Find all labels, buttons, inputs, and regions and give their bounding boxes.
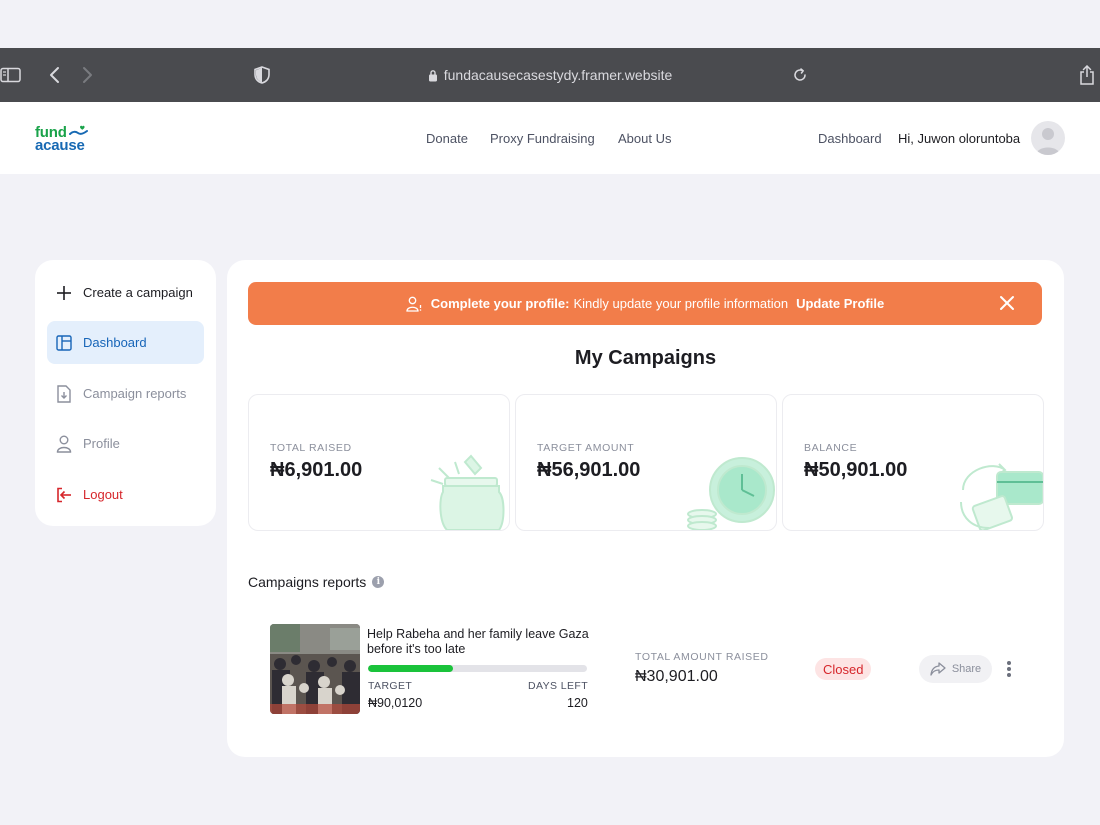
stat-label: TARGET AMOUNT bbox=[537, 442, 635, 454]
stat-value: ₦50,901.00 bbox=[804, 459, 908, 481]
banner-title: Complete your profile: bbox=[430, 296, 570, 311]
nav-about-us[interactable]: About Us bbox=[618, 131, 671, 146]
stat-label: BALANCE bbox=[804, 442, 858, 454]
days-left-label: DAYS LEFT bbox=[528, 680, 589, 692]
sidebar-item-create-campaign[interactable]: Create a campaign bbox=[47, 271, 204, 314]
site-header: fund acause Donate Proxy Fundraising Abo… bbox=[0, 102, 1100, 174]
wallet-card-icon bbox=[960, 463, 1043, 530]
section-title: Campaigns reports bbox=[248, 574, 367, 590]
user-icon bbox=[55, 435, 73, 453]
campaign-progress-bar bbox=[368, 665, 587, 672]
stat-card-balance: BALANCE ₦50,901.00 bbox=[782, 394, 1044, 531]
banner-message: Kindly update your profile information bbox=[573, 296, 789, 311]
crowd-photo-image bbox=[270, 624, 360, 714]
sidebar-toggle-icon[interactable] bbox=[0, 48, 22, 102]
share-button[interactable]: Share bbox=[919, 655, 992, 683]
sidebar-item-campaign-reports[interactable]: Campaign reports bbox=[47, 372, 204, 415]
share-arrow-icon bbox=[930, 662, 946, 676]
info-icon[interactable]: i bbox=[372, 576, 385, 588]
status-badge: Closed bbox=[815, 658, 872, 680]
stat-card-total-raised: TOTAL RAISED ₦6,901.00 bbox=[248, 394, 510, 531]
browser-toolbar: fundacausecasestydy.framer.website bbox=[0, 48, 1100, 102]
reload-icon[interactable] bbox=[790, 48, 810, 102]
sidebar: Create a campaign Dashboard Campaign rep… bbox=[35, 260, 216, 526]
plus-icon bbox=[55, 284, 73, 302]
campaign-thumbnail[interactable] bbox=[270, 624, 360, 714]
sidebar-item-label: Logout bbox=[83, 487, 123, 502]
sidebar-item-label: Campaign reports bbox=[83, 386, 187, 401]
progress-fill bbox=[368, 665, 454, 672]
clock-coins-icon bbox=[687, 457, 775, 530]
avatar[interactable] bbox=[1031, 121, 1065, 155]
user-alert-icon bbox=[406, 296, 422, 312]
campaign-title[interactable]: Help Rabeha and her family leave Gaza be… bbox=[367, 627, 597, 657]
sidebar-item-label: Profile bbox=[83, 436, 120, 451]
sidebar-item-label: Create a campaign bbox=[83, 285, 193, 300]
sidebar-item-dashboard[interactable]: Dashboard bbox=[47, 321, 204, 364]
jar-icon bbox=[430, 454, 505, 530]
campaign-reports-heading: Campaigns reports i bbox=[248, 574, 385, 590]
lock-icon bbox=[428, 69, 437, 81]
nav-proxy-fundraising[interactable]: Proxy Fundraising bbox=[490, 131, 595, 146]
target-value: ₦90,0120 bbox=[368, 696, 423, 710]
total-raised-label: TOTAL AMOUNT RAISED bbox=[635, 651, 769, 663]
share-label: Share bbox=[951, 663, 982, 675]
more-options-icon[interactable] bbox=[1003, 658, 1015, 680]
back-icon[interactable] bbox=[44, 48, 64, 102]
user-avatar-icon bbox=[1036, 128, 1060, 155]
close-icon[interactable] bbox=[999, 295, 1015, 311]
address-bar[interactable]: fundacausecasestydy.framer.website bbox=[0, 48, 1100, 102]
page-title: My Campaigns bbox=[574, 347, 717, 369]
nav-donate[interactable]: Donate bbox=[426, 131, 468, 146]
stat-label: TOTAL RAISED bbox=[270, 442, 352, 454]
stat-value: ₦6,901.00 bbox=[270, 459, 363, 481]
user-greeting: Hi, Juwon oloruntoba bbox=[898, 131, 1021, 146]
sidebar-item-profile[interactable]: Profile bbox=[47, 422, 204, 465]
shield-icon[interactable] bbox=[252, 48, 272, 102]
report-download-icon bbox=[55, 384, 73, 403]
sidebar-item-logout[interactable]: Logout bbox=[47, 473, 204, 516]
forward-icon[interactable] bbox=[78, 48, 98, 102]
nav-dashboard[interactable]: Dashboard bbox=[818, 131, 882, 146]
update-profile-link[interactable]: Update Profile bbox=[796, 296, 884, 311]
url-text[interactable]: fundacausecasestydy.framer.website bbox=[444, 67, 673, 83]
days-left-value: 120 bbox=[567, 696, 588, 710]
sidebar-item-label: Dashboard bbox=[83, 335, 147, 350]
target-label: TARGET bbox=[368, 680, 413, 692]
share-sheet-icon[interactable] bbox=[1077, 48, 1097, 102]
main-panel: Complete your profile: Kindly update you… bbox=[227, 260, 1064, 757]
logout-icon bbox=[55, 486, 73, 504]
layout-icon bbox=[55, 334, 73, 352]
profile-banner: Complete your profile: Kindly update you… bbox=[248, 282, 1042, 325]
total-raised-value: ₦30,901.00 bbox=[635, 668, 718, 685]
stat-card-target-amount: TARGET AMOUNT ₦56,901.00 bbox=[515, 394, 777, 531]
stat-value: ₦56,901.00 bbox=[537, 459, 641, 481]
